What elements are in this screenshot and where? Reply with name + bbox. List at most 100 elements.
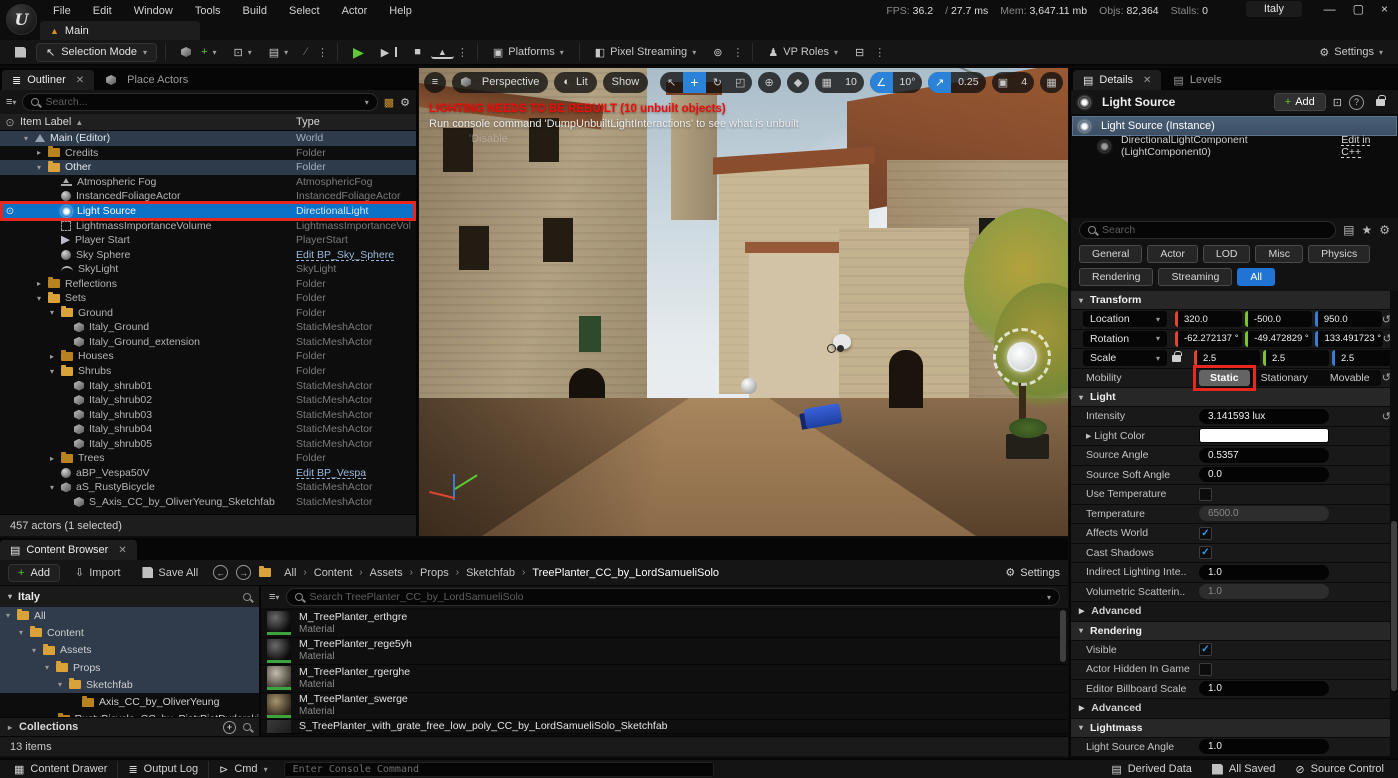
filter-chip-physics[interactable]: Physics [1308,245,1370,263]
outliner-search-input[interactable] [45,96,358,108]
selection-mode-dropdown[interactable]: ↖Selection Mode▾ [36,43,157,62]
edit-blueprint-link[interactable]: Edit BP_Sky_Sphere [296,249,394,261]
level-name-button[interactable]: Italy [1246,1,1302,17]
outliner-row[interactable]: ▸ReflectionsFolder [0,276,416,291]
outliner-row[interactable]: ▾GroundFolder [0,306,416,321]
outliner-row[interactable]: Italy_shrub04StaticMeshActor [0,422,416,437]
rotation-z-input[interactable]: 133.491723 ° [1315,331,1382,347]
folder-tree-item[interactable]: Axis_CC_by_OliverYeung [0,693,259,710]
help-icon[interactable]: ? [1349,95,1364,110]
location-dropdown[interactable]: Location▾ [1083,311,1167,327]
outliner-row[interactable]: ⊙Light SourceDirectionalLight [0,204,416,219]
tab-outliner[interactable]: ≣Outliner✕ [2,70,94,90]
stop-button[interactable]: ■ [407,43,428,61]
property-input[interactable]: 3.141593 lux [1199,409,1329,424]
outliner-row[interactable]: aBP_Vespa50VEdit BP_Vespa [0,466,416,481]
new-folder-icon[interactable]: ▩ [384,96,394,109]
asset-item[interactable]: M_TreePlanter_swergeMaterial [261,693,1068,721]
toolbar-overflow-icon[interactable]: ⋮ [317,46,329,59]
outliner-row[interactable]: ▾ShrubsFolder [0,364,416,379]
outliner-row[interactable]: ▸CreditsFolder [0,146,416,161]
surface-snap-icon[interactable]: ◆ [787,72,810,93]
show-dropdown[interactable]: Show [603,72,649,93]
menu-edit[interactable]: Edit [82,2,123,20]
filter-chip-streaming[interactable]: Streaming [1158,268,1232,286]
import-button[interactable]: ⇩Import [68,563,127,582]
property-input[interactable]: 1.0 [1199,565,1329,580]
tab-content-browser[interactable]: ▤Content Browser✕ [0,540,137,560]
forward-icon[interactable]: → [236,565,251,580]
breadcrumb-sketchfab[interactable]: Sketchfab [466,567,515,579]
grid-snap-value[interactable]: 10 [838,72,864,93]
close-tab-icon[interactable]: ✕ [76,75,84,86]
content-drawer-button[interactable]: ▦Content Drawer [4,761,118,778]
maximize-viewport-icon[interactable]: ▦ [1040,72,1063,93]
asset-item[interactable]: M_TreePlanter_erthgreMaterial [261,610,1068,638]
source-control-button[interactable]: ⊘Source Control [1285,761,1394,778]
details-search-input[interactable] [1102,224,1327,236]
blueprints-button[interactable]: ⊡▾ [227,43,259,62]
property-input[interactable]: 1.0 [1199,739,1329,754]
cb-search-input[interactable] [309,591,1041,603]
outliner-row[interactable]: Player StartPlayerStart [0,233,416,248]
checkbox[interactable]: ✓ [1199,643,1212,656]
folder-tree-item[interactable]: ▾Content [0,624,259,641]
sun-gizmo-sphere[interactable] [1007,342,1037,372]
console-command-box[interactable] [284,762,714,777]
viewport-menu-icon[interactable]: ≡ [424,72,446,93]
eye-icon[interactable]: ⊙ [0,116,20,129]
edit-blueprint-link[interactable]: Edit BP_Vespa [296,467,366,479]
world-space-icon[interactable]: ⊕ [758,72,781,93]
play-options-icon[interactable]: ⋮ [457,46,469,59]
filter-chip-actor[interactable]: Actor [1147,245,1198,263]
mobility-static-button[interactable]: Static [1199,370,1250,386]
checkbox[interactable]: ✓ [1199,527,1212,540]
details-searchbox[interactable] [1079,221,1336,239]
checkbox[interactable]: ✓ [1199,546,1212,559]
close-tab-icon[interactable]: ✕ [118,545,126,556]
tab-main[interactable]: ▲ Main [40,21,200,40]
rotation-snap-value[interactable]: 10° [893,72,923,93]
filter-chip-misc[interactable]: Misc [1255,245,1303,263]
outliner-row[interactable]: ▾SetsFolder [0,291,416,306]
outliner-row[interactable]: ▾aS_RustyBicycleStaticMeshActor [0,480,416,495]
folder-tree-item[interactable]: ▾Props [0,659,259,676]
filter-icon[interactable]: ≡▾ [6,96,16,108]
add-component-button[interactable]: +Add [1274,93,1326,111]
play-button[interactable]: ▶ [346,41,371,64]
property-input[interactable]: 0.0 [1199,467,1329,482]
paint-button[interactable]: ∕ [298,43,314,61]
outliner-row[interactable]: Italy_shrub02StaticMeshActor [0,393,416,408]
camera-speed-value[interactable]: 4 [1014,72,1034,93]
menu-tools[interactable]: Tools [184,2,232,20]
outliner-row[interactable]: S_Axis_CC_by_OliverYeung_SketchfabStatic… [0,495,416,510]
menu-actor[interactable]: Actor [331,2,379,20]
outliner-row[interactable]: ▾OtherFolder [0,160,416,175]
outliner-row[interactable]: LightmassImportanceVolumeLightmassImport… [0,218,416,233]
favorites-icon[interactable]: ★ [1361,223,1372,237]
minimize-icon[interactable]: — [1324,2,1336,16]
location-z-input[interactable]: 950.0 [1315,311,1382,327]
maximize-icon[interactable]: ▢ [1353,2,1364,16]
multiuser-options-icon[interactable]: ⋮ [732,46,744,59]
scale-x-input[interactable]: 2.5 [1194,350,1260,366]
grid-snap-icon[interactable]: ▦ [815,72,838,93]
sphere-actor[interactable] [741,378,757,394]
outliner-row[interactable]: Italy_shrub01StaticMeshActor [0,378,416,393]
filter-chip-all[interactable]: All [1237,268,1275,286]
blueprint-edit-icon[interactable]: ⊡ [1333,96,1342,109]
cb-settings-button[interactable]: ⚙Settings [1005,566,1060,579]
pixel-streaming-dropdown[interactable]: ◧Pixel Streaming▾ [588,43,703,62]
scale-tool-icon[interactable]: ◰ [729,72,752,93]
tab-details[interactable]: ▤Details✕ [1073,70,1161,90]
outliner-row[interactable]: Sky SphereEdit BP_Sky_Sphere [0,247,416,262]
collections-row[interactable]: ▸ Collections + [0,717,259,736]
rotation-y-input[interactable]: -49.472829 ° [1245,331,1312,347]
menu-select[interactable]: Select [278,2,331,20]
asset-list-scrollbar[interactable] [1060,610,1066,662]
bicycle-actor[interactable] [827,344,836,353]
outliner-row[interactable]: Italy_shrub03StaticMeshActor [0,407,416,422]
tab-place-actors[interactable]: Place Actors [96,70,198,90]
lit-dropdown[interactable]: ◐Lit [554,72,596,93]
rotation-dropdown[interactable]: Rotation▾ [1083,331,1167,347]
